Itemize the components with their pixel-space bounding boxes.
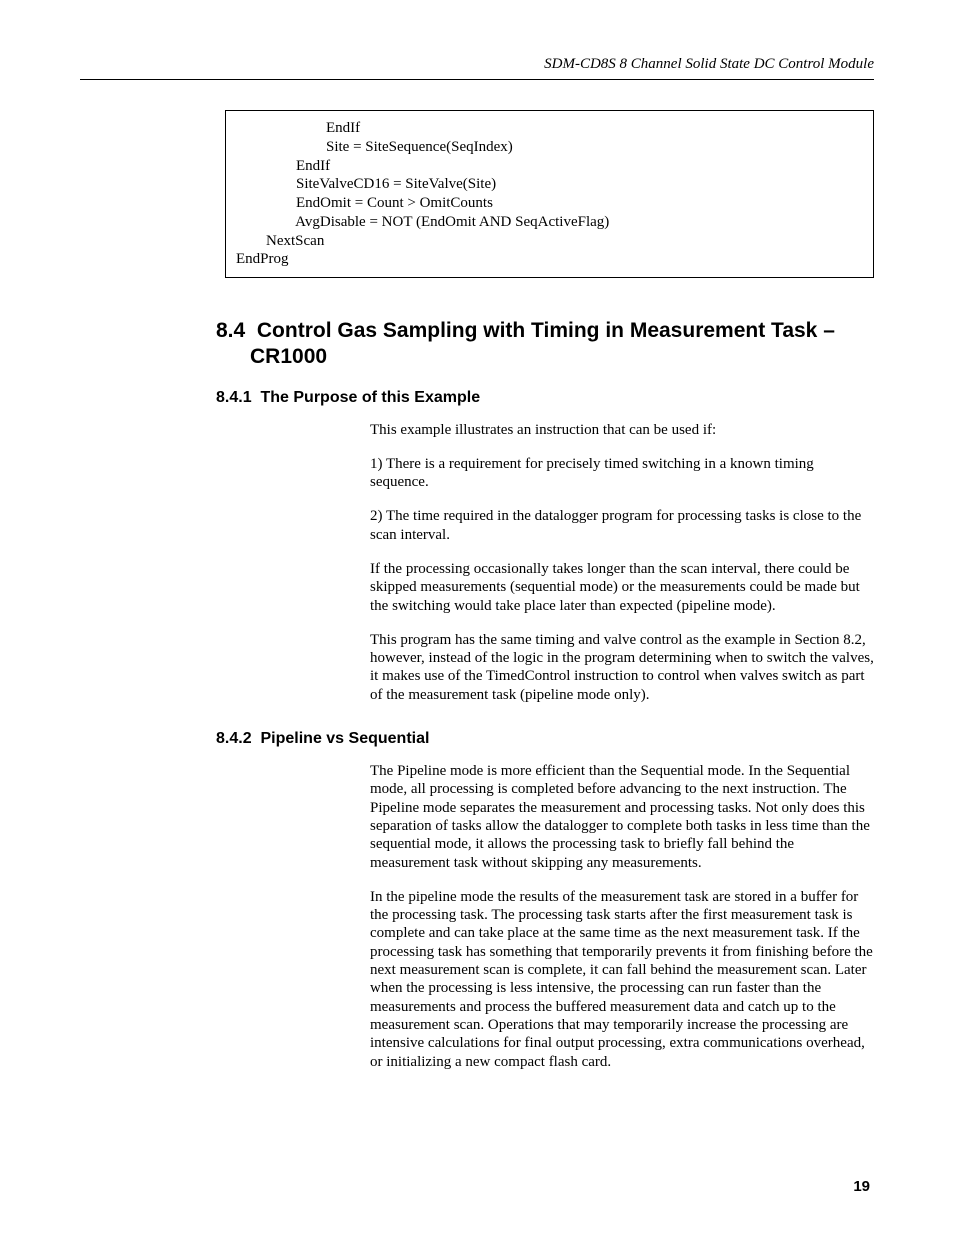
header-title: SDM-CD8S 8 Channel Solid State DC Contro… (544, 56, 874, 72)
page-header: SDM-CD8S 8 Channel Solid State DC Contro… (80, 56, 874, 73)
body-text: This example illustrates an instruction … (370, 421, 874, 439)
section-heading: 8.4 Control Gas Sampling with Timing in … (216, 318, 874, 371)
subsection-number: 8.4.2 (216, 730, 252, 747)
body-text: This program has the same timing and val… (370, 631, 874, 704)
body-text: 2) The time required in the datalogger p… (370, 507, 874, 544)
subsection-heading: 8.4.1 The Purpose of this Example (216, 389, 874, 407)
section-number: 8.4 (216, 319, 245, 342)
subsection-2: 8.4.2 Pipeline vs Sequential The Pipelin… (80, 730, 874, 1071)
page-number: 19 (853, 1178, 870, 1195)
subsection-heading: 8.4.2 Pipeline vs Sequential (216, 730, 874, 748)
body-text: In the pipeline mode the results of the … (370, 888, 874, 1071)
code-block: EndIf Site = SiteSequence(SeqIndex) EndI… (225, 110, 874, 278)
subsection-1: 8.4.1 The Purpose of this Example This e… (80, 389, 874, 705)
subsection-title: The Purpose of this Example (260, 389, 480, 406)
page: SDM-CD8S 8 Channel Solid State DC Contro… (0, 0, 954, 1235)
body-text: 1) There is a requirement for precisely … (370, 455, 874, 492)
body-text: The Pipeline mode is more efficient than… (370, 762, 874, 872)
subsection-title: Pipeline vs Sequential (260, 730, 429, 747)
header-rule (80, 79, 874, 80)
body-text: If the processing occasionally takes lon… (370, 560, 874, 615)
subsection-number: 8.4.1 (216, 389, 252, 406)
section-title: Control Gas Sampling with Timing in Meas… (250, 319, 835, 368)
